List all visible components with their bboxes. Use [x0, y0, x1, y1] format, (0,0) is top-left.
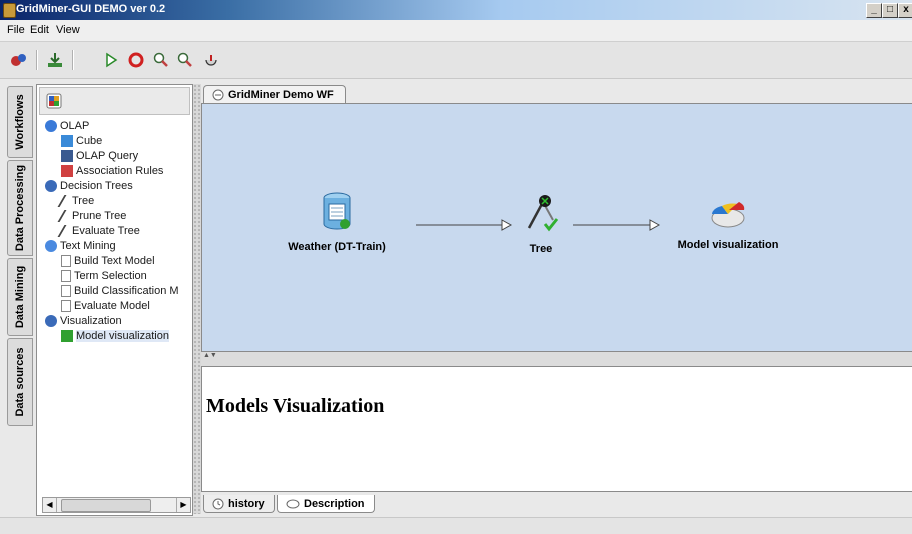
window-title: GridMiner-GUI DEMO ver 0.2	[16, 3, 166, 15]
scroll-thumb[interactable]	[61, 499, 151, 512]
menu-bar: File Edit View	[0, 20, 912, 42]
tree-item[interactable]: Prune Tree	[57, 208, 127, 223]
tab-data-mining[interactable]: Data Mining	[7, 258, 33, 336]
maximize-button[interactable]: □	[882, 3, 898, 18]
tree-item[interactable]: Evaluate Tree	[57, 223, 140, 238]
tree-item[interactable]: OLAP	[45, 118, 89, 133]
tree-item-label: Visualization	[60, 314, 122, 327]
zoom-out-icon[interactable]	[174, 49, 196, 71]
cube-icon	[61, 134, 73, 147]
association-rules-icon	[61, 164, 73, 177]
node-label: Tree	[529, 243, 553, 255]
tree-item-label: Build Classification M	[74, 284, 179, 297]
page-icon	[61, 299, 71, 312]
tree-header	[39, 87, 190, 115]
tree-item[interactable]: Decision Trees	[45, 178, 133, 193]
play-icon[interactable]	[100, 49, 122, 71]
tree-tool-icon	[527, 195, 559, 232]
description-icon	[286, 499, 300, 508]
horizontal-splitter[interactable]: ▲▼	[201, 352, 912, 366]
page-icon	[61, 254, 71, 267]
tree-item[interactable]: Tree	[57, 193, 95, 208]
text-mining-folder-icon	[45, 239, 57, 252]
splitter-arrows-icon[interactable]: ▲▼	[203, 352, 217, 359]
tree-item[interactable]: Term Selection	[61, 268, 147, 283]
app-icon	[3, 3, 16, 18]
horizontal-scrollbar[interactable]: ◀ ▶	[42, 497, 191, 513]
tab-gridminer-demo-wf[interactable]: GridMiner Demo WF	[203, 85, 346, 103]
title-bar: GridMiner-GUI DEMO ver 0.2 _ □ x	[0, 0, 912, 20]
tree-item[interactable]: Build Classification M	[61, 283, 179, 298]
scroll-right-button[interactable]: ▶	[176, 498, 190, 512]
tree-tool-icon	[57, 224, 73, 237]
zoom-in-icon[interactable]	[150, 49, 172, 71]
tree-item-label: Tree	[72, 194, 95, 207]
tree-item-label: Evaluate Tree	[72, 224, 140, 237]
tree-item-label: Cube	[76, 134, 103, 147]
workflow-canvas[interactable]: Weather (DT-Train) Tree Model visualizat…	[201, 103, 912, 352]
page-icon	[61, 269, 71, 282]
workflow-tab-icon	[212, 89, 224, 100]
page-icon	[61, 284, 71, 297]
workflow-node-model-visualization[interactable]: Model visualization	[668, 196, 788, 251]
folder-icon	[45, 179, 57, 192]
stop-icon[interactable]	[125, 49, 147, 71]
tree-item[interactable]: Association Rules	[61, 163, 163, 178]
tree-item[interactable]: Build Text Model	[61, 253, 155, 268]
tab-data-sources[interactable]: Data sources	[7, 338, 33, 426]
palette-icon[interactable]	[46, 93, 62, 109]
tree-item-label: Build Text Model	[74, 254, 155, 267]
tab-history[interactable]: history	[203, 495, 275, 513]
description-title: Models Visualization	[206, 395, 385, 417]
bottom-tab-strip: history Description	[201, 494, 912, 514]
history-icon	[212, 498, 224, 509]
tree-item[interactable]: OLAP Query	[61, 148, 138, 163]
tree-tool-icon	[57, 194, 73, 207]
olap-folder-icon	[45, 119, 57, 132]
tree-item[interactable]: Evaluate Model	[61, 298, 150, 313]
tree-item-label: Evaluate Model	[74, 299, 150, 312]
tree-item[interactable]: Visualization	[45, 313, 122, 328]
scroll-left-button[interactable]: ◀	[43, 498, 57, 512]
download-icon[interactable]	[44, 49, 66, 71]
tree-item-label: Model visualization	[76, 329, 169, 342]
workflow-node-weather[interactable]: Weather (DT-Train)	[272, 192, 402, 253]
tree-item[interactable]: Model visualization	[61, 328, 169, 343]
node-label: Model visualization	[677, 239, 779, 251]
close-button[interactable]: x	[898, 3, 912, 18]
tree-item-label: Term Selection	[74, 269, 147, 282]
tree-item-label: OLAP Query	[76, 149, 139, 162]
menu-edit[interactable]: Edit	[30, 24, 49, 36]
workflow-icon[interactable]	[8, 49, 30, 71]
tab-data-processing[interactable]: Data Processing	[7, 160, 33, 256]
folder-icon	[45, 314, 57, 327]
tab-workflows[interactable]: Workflows	[7, 86, 33, 158]
tree-tool-icon	[57, 209, 73, 222]
vertical-splitter[interactable]	[193, 84, 201, 514]
tab-description[interactable]: Description	[277, 495, 375, 513]
menu-file[interactable]: File	[7, 24, 25, 36]
olap-query-icon	[61, 149, 73, 162]
canvas-tab-strip: GridMiner Demo WF	[201, 84, 912, 104]
node-label: Weather (DT-Train)	[288, 241, 386, 253]
tree-panel: OLAP Cube OLAP Query Association Rules Decis…	[36, 84, 193, 516]
tree-item[interactable]: Text Mining	[45, 238, 116, 253]
tree-item-label: Prune Tree	[72, 209, 127, 222]
minimize-button[interactable]: _	[866, 3, 882, 18]
toolbar	[0, 42, 912, 79]
cursor-icon[interactable]	[200, 49, 222, 71]
workflow-node-tree[interactable]: Tree	[506, 194, 576, 255]
tree-item-label: Association Rules	[76, 164, 164, 177]
pie-chart-icon	[711, 202, 745, 228]
database-icon	[323, 192, 351, 230]
description-panel: Models Visualization	[201, 366, 912, 492]
tree-item-label: Text Mining	[60, 239, 116, 252]
menu-view[interactable]: View	[56, 24, 80, 36]
tree-item[interactable]: Cube	[61, 133, 102, 148]
tree-item-label: Decision Trees	[60, 179, 133, 192]
model-visualization-icon	[61, 329, 73, 342]
status-bar	[0, 517, 912, 534]
tree-item-label: OLAP	[60, 119, 90, 132]
